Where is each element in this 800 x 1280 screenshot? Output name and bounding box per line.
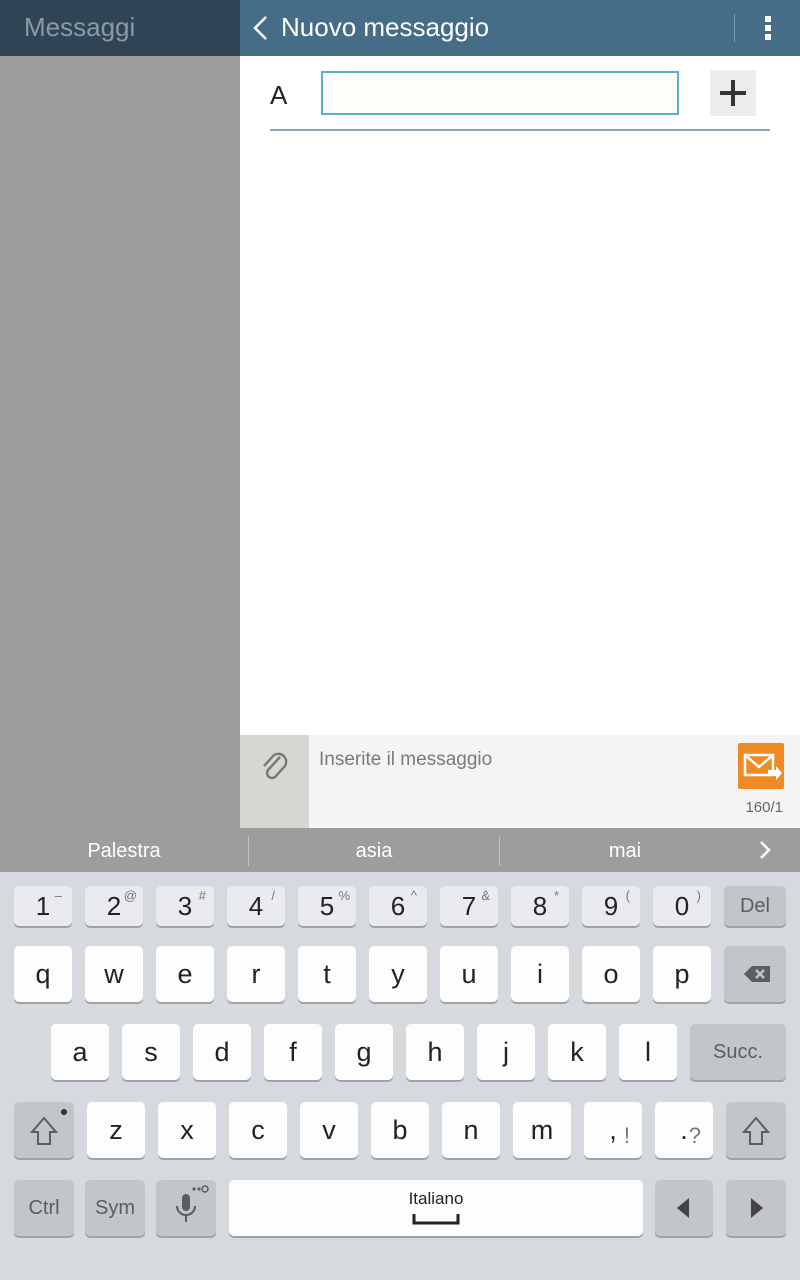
key-x[interactable]: x (158, 1102, 216, 1158)
message-area (240, 132, 800, 735)
page-title: Nuovo messaggio (281, 12, 490, 42)
space-key[interactable]: Italiano (229, 1180, 643, 1236)
key-period[interactable]: .? (655, 1102, 713, 1158)
key-e[interactable]: e (156, 946, 214, 1002)
header-divider (734, 14, 735, 42)
key-d[interactable]: d (193, 1024, 251, 1080)
arrow-left-icon (677, 1198, 689, 1218)
shift-icon (741, 1116, 771, 1145)
space-language-label: Italiano (408, 1189, 464, 1208)
key-comma[interactable]: ,! (584, 1102, 642, 1158)
key-h[interactable]: h (406, 1024, 464, 1080)
key-j[interactable]: j (477, 1024, 535, 1080)
key-3[interactable]: 3 # (156, 886, 214, 926)
key-w[interactable]: w (85, 946, 143, 1002)
chevron-right-icon[interactable] (752, 838, 776, 862)
key-g[interactable]: g (335, 1024, 393, 1080)
shift-key-left[interactable] (14, 1102, 74, 1158)
recipient-input[interactable] (321, 71, 679, 115)
send-button[interactable] (738, 743, 784, 789)
key-o[interactable]: o (582, 946, 640, 1002)
sidebar-header: Messaggi (0, 0, 240, 56)
suggestion-item[interactable]: asia (249, 828, 499, 872)
delete-key[interactable]: Del (724, 886, 786, 926)
key-f[interactable]: f (264, 1024, 322, 1080)
key-q[interactable]: q (14, 946, 72, 1002)
key-v[interactable]: v (300, 1102, 358, 1158)
message-placeholder: Inserite il messaggio (319, 749, 493, 770)
key-t[interactable]: t (298, 946, 356, 1002)
send-envelope-icon (743, 753, 782, 780)
key-b[interactable]: b (371, 1102, 429, 1158)
microphone-icon (176, 1185, 209, 1222)
suggestion-item[interactable]: mai (500, 828, 750, 872)
key-6[interactable]: 6 ^ (369, 886, 427, 926)
overflow-menu-icon[interactable] (756, 14, 780, 42)
key-7[interactable]: 7 & (440, 886, 498, 926)
key-z[interactable]: z (87, 1102, 145, 1158)
compose-header: Nuovo messaggio (240, 0, 800, 56)
recipient-divider (270, 129, 770, 131)
cursor-left-key[interactable] (655, 1180, 713, 1236)
key-9[interactable]: 9( (582, 886, 640, 926)
keyboard: 1– 2 @ 3 # 4/ 5% 6 ^ 7 & 8 * 9( 0) Del q w e … (0, 872, 800, 1280)
space-bar-icon (412, 1214, 460, 1225)
voice-input-key[interactable] (156, 1180, 216, 1236)
character-counter: 160/1 (745, 799, 783, 816)
key-2[interactable]: 2 @ (85, 886, 143, 926)
key-a[interactable]: a (51, 1024, 109, 1080)
key-m[interactable]: m (513, 1102, 571, 1158)
key-c[interactable]: c (229, 1102, 287, 1158)
chevron-left-icon[interactable] (250, 14, 270, 42)
paperclip-icon (263, 752, 288, 780)
suggestion-item[interactable]: Palestra (0, 828, 248, 872)
shift-icon (29, 1109, 67, 1145)
sidebar-title: Messaggi (24, 12, 136, 42)
key-8[interactable]: 8 * (511, 886, 569, 926)
attach-button[interactable] (240, 735, 309, 828)
key-i[interactable]: i (511, 946, 569, 1002)
key-1[interactable]: 1– (14, 886, 72, 926)
key-n[interactable]: n (442, 1102, 500, 1158)
add-contact-button[interactable] (710, 70, 756, 116)
sym-key[interactable]: Sym (85, 1180, 145, 1236)
key-s[interactable]: s (122, 1024, 180, 1080)
backspace-key[interactable] (724, 946, 786, 1002)
key-l[interactable]: l (619, 1024, 677, 1080)
key-p[interactable]: p (653, 946, 711, 1002)
key-k[interactable]: k (548, 1024, 606, 1080)
arrow-right-icon (751, 1198, 763, 1218)
cursor-right-key[interactable] (726, 1180, 786, 1236)
key-u[interactable]: u (440, 946, 498, 1002)
enter-key[interactable]: Succ. (690, 1024, 786, 1080)
key-y[interactable]: y (369, 946, 427, 1002)
key-4[interactable]: 4/ (227, 886, 285, 926)
sidebar-panel (0, 56, 240, 828)
backspace-icon (744, 966, 770, 982)
shift-key-right[interactable] (726, 1102, 786, 1158)
message-input[interactable]: Inserite il messaggio 160/1 (309, 735, 800, 828)
recipient-label: A (270, 80, 288, 110)
key-5[interactable]: 5% (298, 886, 356, 926)
key-0[interactable]: 0) (653, 886, 711, 926)
ctrl-key[interactable]: Ctrl (14, 1180, 74, 1236)
plus-icon (720, 80, 746, 106)
key-r[interactable]: r (227, 946, 285, 1002)
